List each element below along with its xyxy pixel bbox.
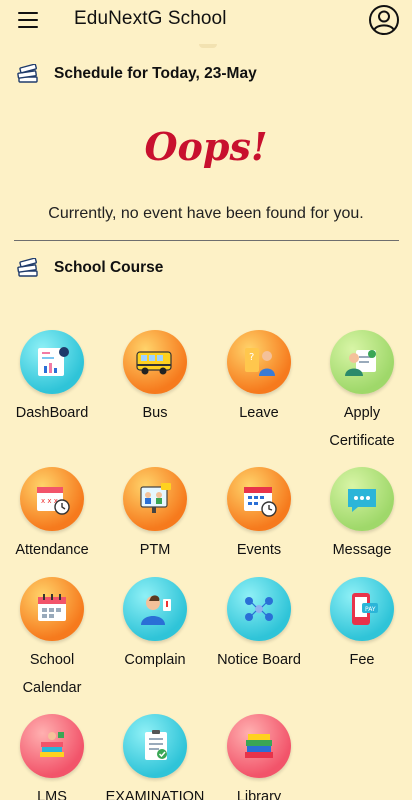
app-title: EduNextG School: [74, 8, 227, 29]
attendance-calendar-icon: x x x: [20, 467, 84, 531]
tile-label: Leave: [239, 405, 279, 421]
no-event-message: Currently, no event have been found for …: [48, 205, 364, 222]
lms-icon: [20, 714, 84, 778]
tile-notice-board[interactable]: Notice Board: [207, 577, 311, 674]
oops-title: Oops!: [144, 124, 268, 169]
tile-message[interactable]: Message: [310, 467, 412, 564]
tile-examination[interactable]: EXAMINATION: [103, 714, 207, 800]
ptm-meeting-icon: [123, 467, 187, 531]
tile-bus[interactable]: Bus: [103, 330, 207, 427]
tile-events[interactable]: Events: [207, 467, 311, 564]
message-bubble-icon: [330, 467, 394, 531]
books-stack-icon: [17, 258, 38, 277]
tile-label: Bus: [142, 405, 168, 421]
tile-label: School Calendar: [22, 652, 82, 696]
tile-lms[interactable]: LMS: [0, 714, 104, 800]
examination-icon: [123, 714, 187, 778]
divider: [14, 240, 399, 241]
books-stack-icon: [17, 64, 38, 83]
schedule-heading-text: Schedule for Today, 23-May: [54, 65, 257, 82]
account-circle-icon[interactable]: [368, 4, 400, 36]
svg-text:?: ?: [249, 352, 254, 363]
dashboard-icon: [20, 330, 84, 394]
tile-label: LMS: [37, 789, 67, 800]
app-bar-handle: [199, 44, 217, 48]
tile-label: Attendance: [15, 542, 89, 558]
tile-fee[interactable]: PAY Fee: [310, 577, 412, 674]
tile-label: EXAMINATION: [105, 789, 205, 800]
school-calendar-icon: [20, 577, 84, 641]
tile-library[interactable]: Library: [207, 714, 311, 800]
svg-text:PAY: PAY: [365, 606, 376, 613]
tile-school-calendar[interactable]: School Calendar: [0, 577, 104, 702]
library-books-icon: [227, 714, 291, 778]
tile-leave[interactable]: ? Leave: [207, 330, 311, 427]
tile-attendance[interactable]: x x x Attendance: [0, 467, 104, 564]
events-calendar-icon: [227, 467, 291, 531]
tile-label: Library: [236, 789, 282, 800]
app-bar: EduNextG School: [0, 0, 412, 44]
tile-label: Message: [332, 542, 392, 558]
tile-complain[interactable]: Complain: [103, 577, 207, 674]
tile-ptm[interactable]: PTM: [103, 467, 207, 564]
tile-label: Complain: [124, 652, 186, 668]
certificate-icon: [330, 330, 394, 394]
tile-apply-certificate[interactable]: Apply Certificate: [310, 330, 412, 455]
school-course-heading: School Course: [16, 258, 163, 278]
tile-label: Notice Board: [217, 652, 301, 668]
leave-icon: ?: [227, 330, 291, 394]
hamburger-menu-icon[interactable]: [18, 12, 38, 28]
tile-label: Fee: [349, 652, 375, 668]
tile-label: DashBoard: [15, 405, 89, 421]
tile-label: Apply Certificate: [329, 405, 395, 449]
complain-icon: [123, 577, 187, 641]
bus-icon: [123, 330, 187, 394]
tile-dashboard[interactable]: DashBoard: [0, 330, 104, 427]
tile-label: PTM: [139, 542, 171, 558]
school-course-heading-text: School Course: [54, 259, 164, 276]
schedule-heading: Schedule for Today, 23-May: [16, 64, 257, 84]
fee-payment-icon: PAY: [330, 577, 394, 641]
notice-board-icon: [227, 577, 291, 641]
tile-label: Events: [236, 542, 282, 558]
